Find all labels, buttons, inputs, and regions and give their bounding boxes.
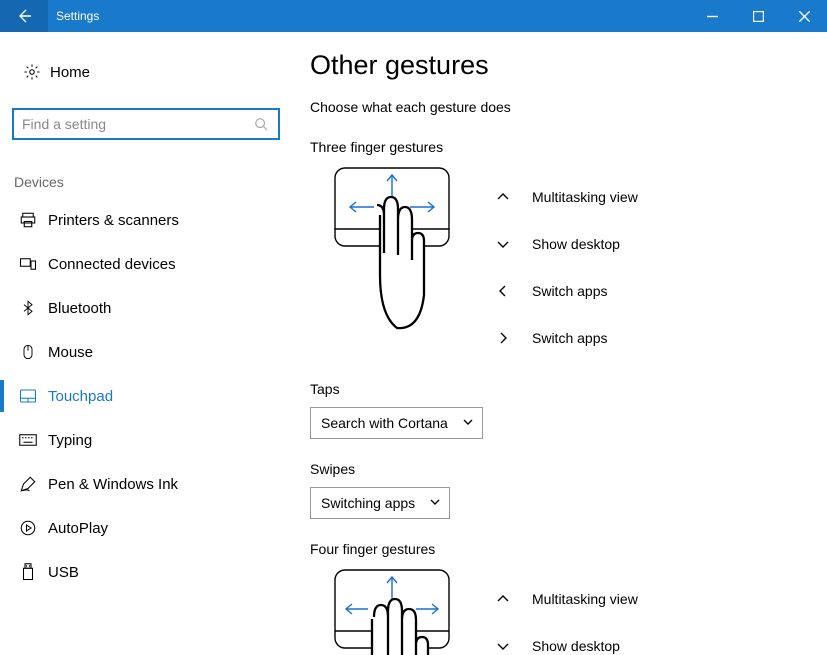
- sidebar-item-autoplay[interactable]: AutoPlay: [12, 506, 288, 550]
- sidebar-item-label: Bluetooth: [48, 300, 111, 317]
- home-button[interactable]: Home: [12, 52, 288, 92]
- minimize-button[interactable]: [689, 0, 735, 32]
- chevron-up-icon: [492, 592, 514, 606]
- four-finger-diagram: [332, 567, 452, 655]
- three-finger-gestures: Multitasking view Show desktop Switch ap…: [492, 165, 797, 361]
- autoplay-icon: [16, 519, 40, 537]
- gesture-left: Switch apps: [492, 267, 797, 314]
- home-label: Home: [50, 64, 90, 81]
- chevron-left-icon: [492, 284, 514, 298]
- search-field[interactable]: [12, 108, 288, 140]
- taps-heading: Taps: [310, 381, 797, 397]
- sidebar-item-touchpad[interactable]: Touchpad: [12, 374, 288, 418]
- page-lead: Choose what each gesture does: [310, 99, 797, 115]
- taps-combo[interactable]: Search with Cortana: [310, 407, 483, 439]
- four-finger-heading: Four finger gestures: [310, 541, 797, 557]
- four-finger-gestures: Multitasking view Show desktop: [492, 567, 797, 655]
- gesture-down: Show desktop: [492, 622, 797, 655]
- printer-icon: [16, 211, 40, 229]
- sidebar-item-pen[interactable]: Pen & Windows Ink: [12, 462, 288, 506]
- sidebar-item-label: Touchpad: [48, 388, 113, 405]
- sidebar-item-connected[interactable]: Connected devices: [12, 242, 288, 286]
- maximize-icon: [753, 11, 764, 22]
- sidebar-item-label: Mouse: [48, 344, 93, 361]
- gear-icon: [18, 63, 46, 81]
- titlebar: Settings: [0, 0, 827, 32]
- close-icon: [799, 11, 810, 22]
- gesture-up: Multitasking view: [492, 575, 797, 622]
- nav-list: Printers & scanners Connected devices Blue…: [12, 198, 288, 594]
- mouse-icon: [16, 343, 40, 361]
- window-title: Settings: [48, 9, 99, 23]
- chevron-down-icon: [492, 639, 514, 653]
- three-finger-heading: Three finger gestures: [310, 139, 797, 155]
- chevron-down-icon: [429, 495, 441, 511]
- section-label: Devices: [14, 174, 288, 190]
- maximize-button[interactable]: [735, 0, 781, 32]
- minimize-icon: [707, 11, 718, 22]
- sidebar: Home Devices Printers & scanners Connecte…: [0, 32, 300, 655]
- sidebar-item-label: Pen & Windows Ink: [48, 476, 178, 493]
- gesture-right: Switch apps: [492, 314, 797, 361]
- gesture-down: Show desktop: [492, 220, 797, 267]
- arrow-left-icon: [15, 7, 33, 25]
- sidebar-item-mouse[interactable]: Mouse: [12, 330, 288, 374]
- bluetooth-icon: [16, 300, 40, 316]
- touchpad-icon: [16, 388, 40, 404]
- sidebar-item-label: USB: [48, 564, 79, 581]
- sidebar-item-usb[interactable]: USB: [12, 550, 288, 594]
- chevron-down-icon: [462, 415, 474, 431]
- three-finger-diagram: [332, 165, 452, 335]
- swipes-combo[interactable]: Switching apps: [310, 487, 450, 519]
- search-input[interactable]: [12, 108, 280, 140]
- pen-icon: [16, 475, 40, 493]
- page-title: Other gestures: [310, 50, 797, 81]
- chevron-up-icon: [492, 190, 514, 204]
- sidebar-item-label: Connected devices: [48, 256, 176, 273]
- sidebar-item-typing[interactable]: Typing: [12, 418, 288, 462]
- sidebar-item-bluetooth[interactable]: Bluetooth: [12, 286, 288, 330]
- sidebar-item-label: AutoPlay: [48, 520, 108, 537]
- usb-icon: [16, 563, 40, 581]
- swipes-heading: Swipes: [310, 461, 797, 477]
- chevron-right-icon: [492, 331, 514, 345]
- devices-icon: [16, 255, 40, 273]
- sidebar-item-printers[interactable]: Printers & scanners: [12, 198, 288, 242]
- back-button[interactable]: [0, 0, 48, 32]
- sidebar-item-label: Typing: [48, 432, 92, 449]
- chevron-down-icon: [492, 237, 514, 251]
- close-button[interactable]: [781, 0, 827, 32]
- search-icon: [254, 117, 268, 131]
- sidebar-item-label: Printers & scanners: [48, 212, 179, 229]
- content-pane: Other gestures Choose what each gesture …: [300, 32, 827, 655]
- keyboard-icon: [16, 433, 40, 447]
- gesture-up: Multitasking view: [492, 173, 797, 220]
